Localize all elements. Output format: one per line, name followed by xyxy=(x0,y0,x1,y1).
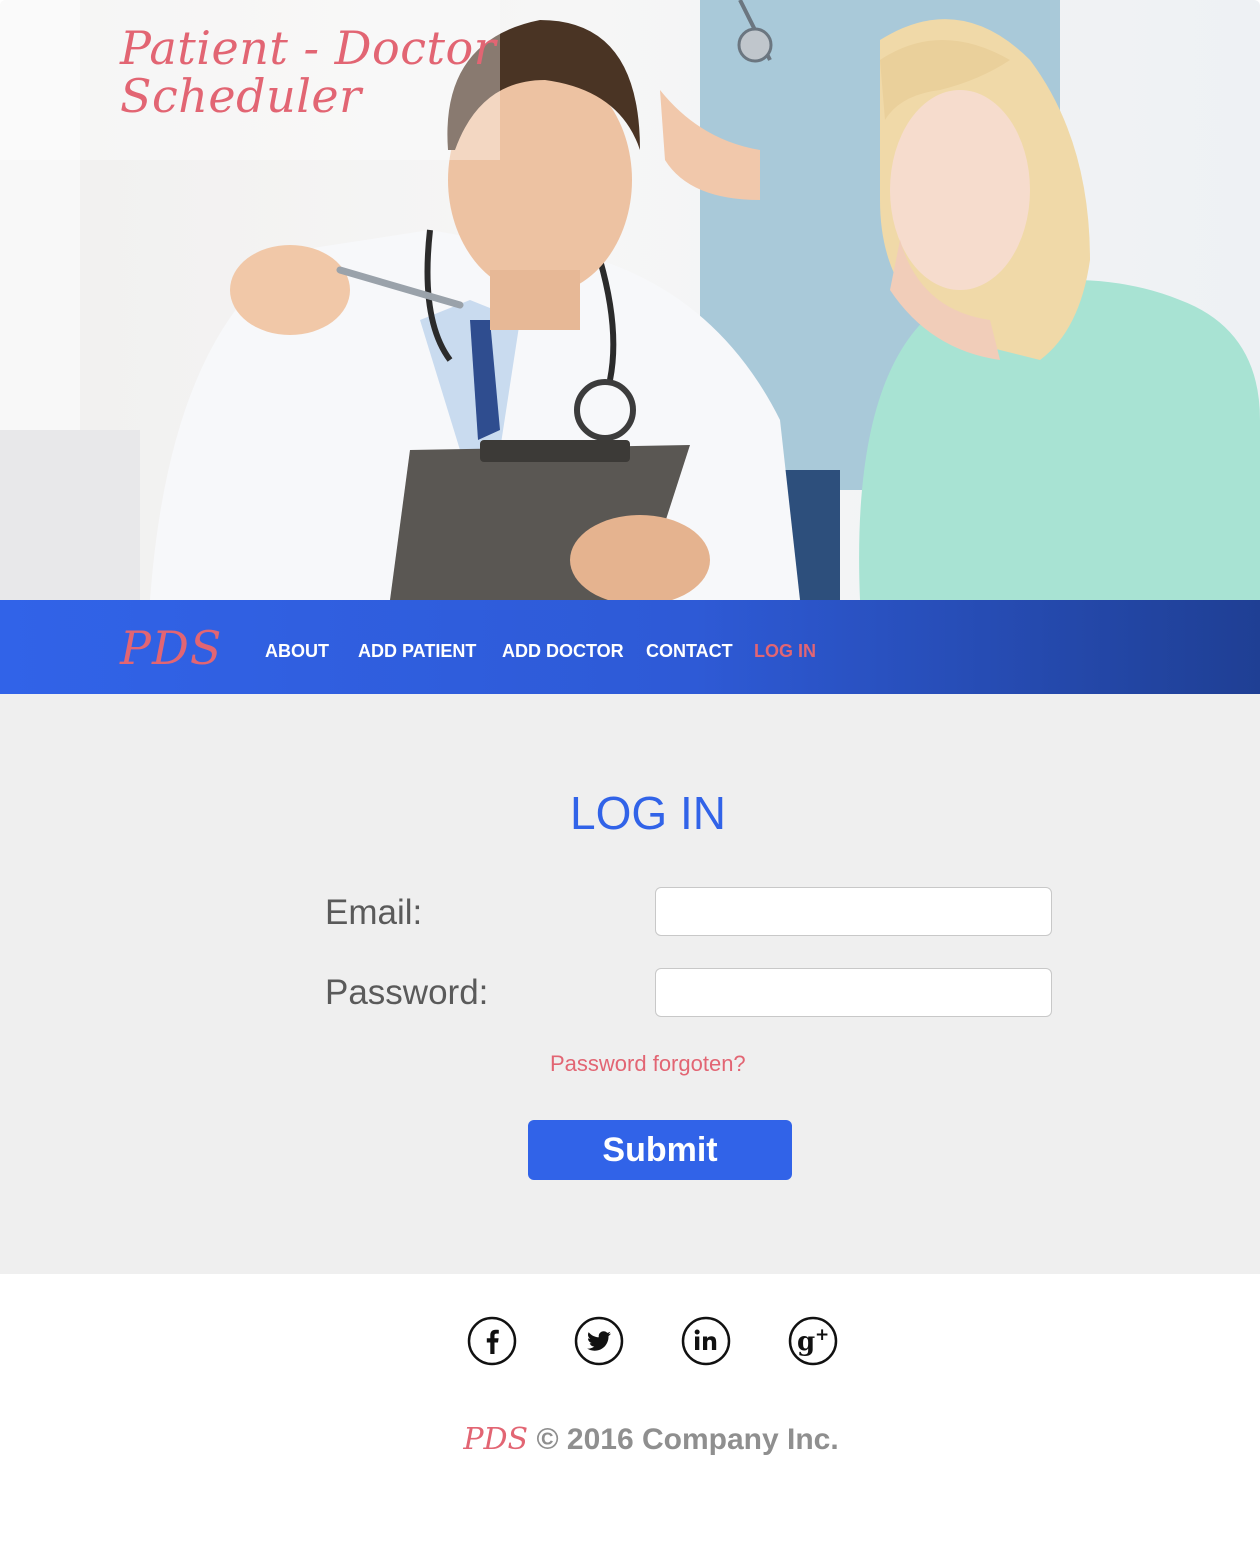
nav-about[interactable]: ABOUT xyxy=(265,640,329,662)
forgot-password-link[interactable]: Password forgoten? xyxy=(550,1050,746,1078)
submit-button[interactable]: Submit xyxy=(528,1120,792,1180)
nav-log-in[interactable]: LOG IN xyxy=(754,640,816,662)
footer-copyright: PDS © 2016 Company Inc. xyxy=(0,1420,1260,1460)
footer-logo: PDS xyxy=(463,1422,529,1457)
nav-add-patient[interactable]: ADD PATIENT xyxy=(358,640,476,662)
copyright-text: © 2016 Company Inc. xyxy=(536,1423,839,1456)
facebook-icon[interactable] xyxy=(467,1316,517,1366)
google-plus-icon[interactable]: g + xyxy=(788,1316,838,1366)
login-section xyxy=(0,694,1260,1274)
email-label: Email: xyxy=(325,893,423,932)
svg-text:+: + xyxy=(815,1325,829,1345)
password-field[interactable] xyxy=(655,968,1052,1017)
nav-add-doctor[interactable]: ADD DOCTOR xyxy=(502,640,624,662)
hero-banner: Patient - Doctor Scheduler xyxy=(0,0,1260,600)
svg-text:g: g xyxy=(797,1327,815,1357)
email-field[interactable] xyxy=(655,887,1052,936)
hero-title: Patient - Doctor Scheduler xyxy=(120,21,497,123)
nav-logo[interactable]: PDS xyxy=(120,620,222,676)
nav-contact[interactable]: CONTACT xyxy=(646,640,733,662)
twitter-icon[interactable] xyxy=(574,1316,624,1366)
password-label: Password: xyxy=(325,973,489,1012)
login-title: LOG IN xyxy=(570,787,726,839)
linkedin-icon[interactable] xyxy=(681,1316,731,1366)
